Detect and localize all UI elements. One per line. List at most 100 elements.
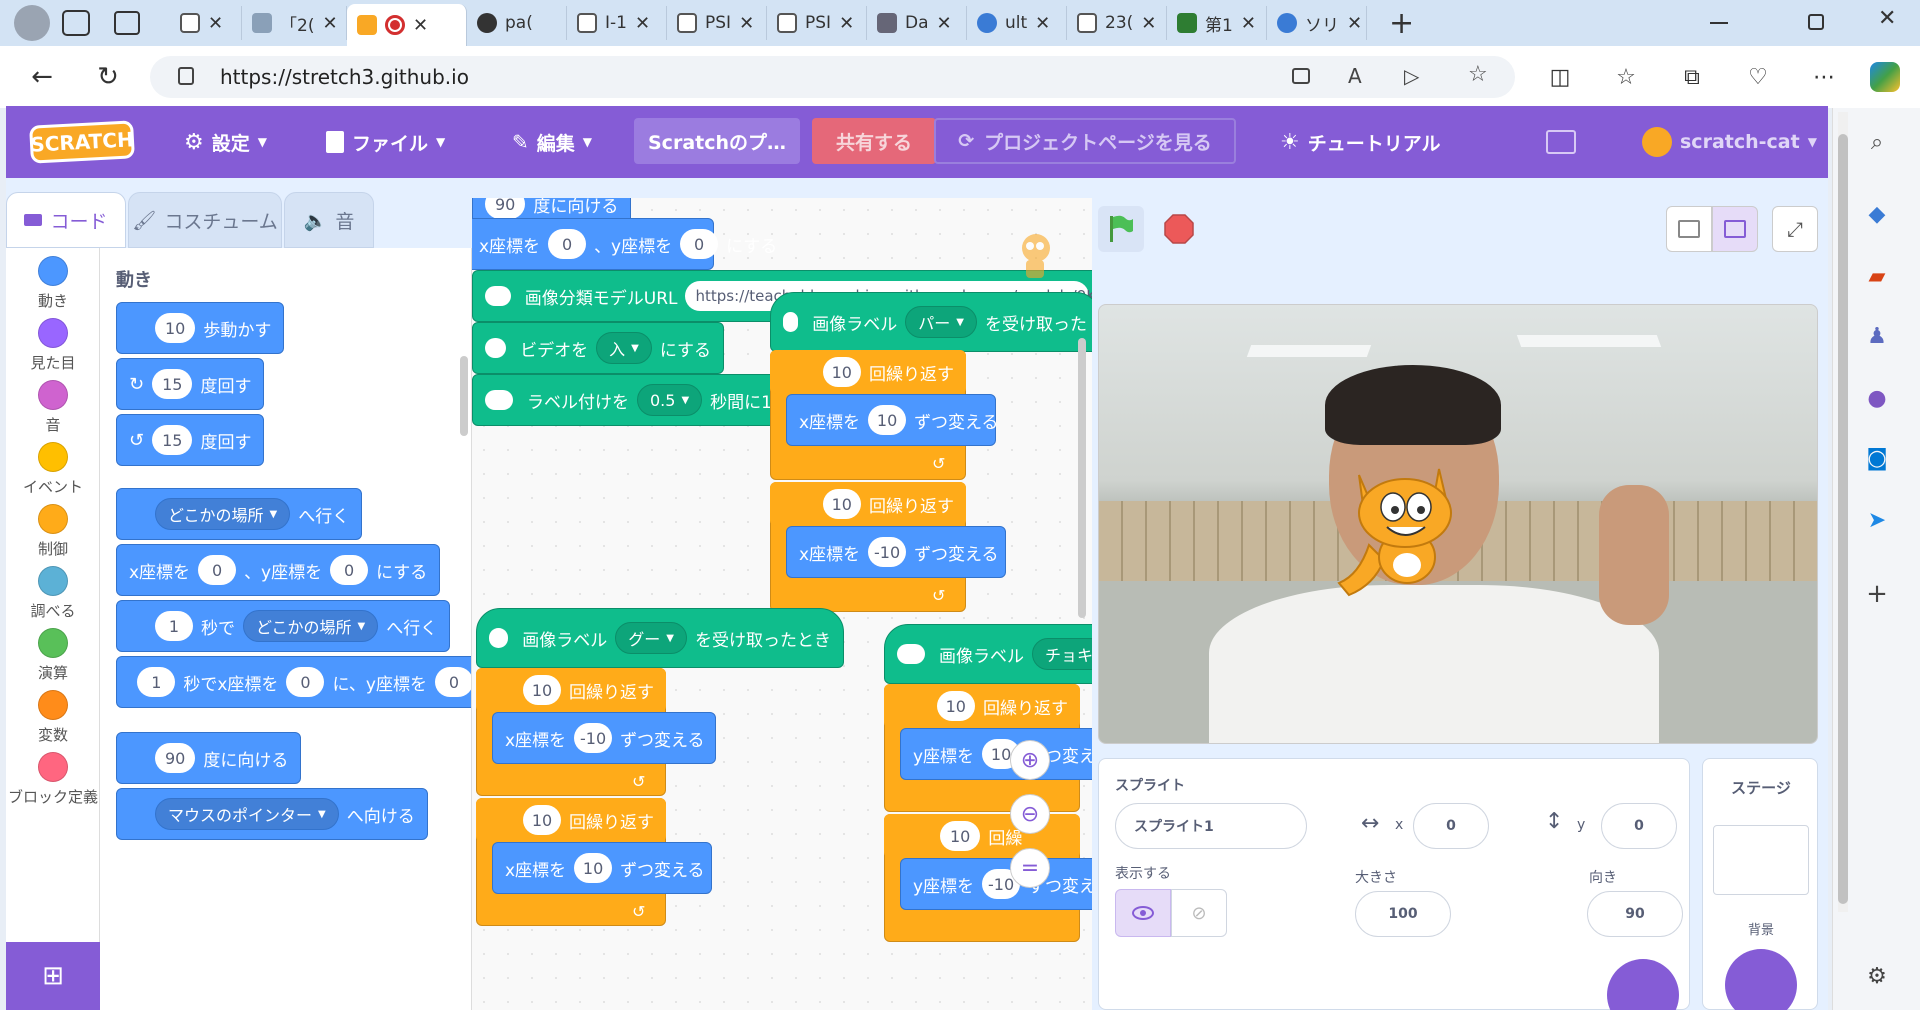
vertical-tabs-icon[interactable] xyxy=(114,11,140,35)
tab-code[interactable]: コード xyxy=(6,192,126,248)
games-icon[interactable]: ♟ xyxy=(1861,320,1893,352)
block-gotoxy[interactable]: x座標を 0 、y座標を 0 にする xyxy=(472,218,777,270)
block-input[interactable]: 0 xyxy=(680,229,719,259)
close-window-icon[interactable]: ✕ xyxy=(1878,6,1896,31)
share-button[interactable]: 共有する xyxy=(812,118,936,164)
block-dropdown[interactable]: 入 ▼ xyxy=(596,332,652,364)
workspaces-icon[interactable] xyxy=(62,10,90,36)
shopping-tag-icon[interactable]: ◆ xyxy=(1861,198,1893,230)
block-change-x[interactable]: x座標を 10 ずつ変える xyxy=(786,394,999,446)
block-turn-right[interactable]: ↻ 15 度回す xyxy=(116,358,265,410)
close-icon[interactable]: ✕ xyxy=(208,13,223,34)
block-glide-xy[interactable]: 1 秒でx座標を 0 に、y座標を 0 xyxy=(116,656,471,708)
block-input[interactable]: 90 xyxy=(155,743,196,773)
tab-sound[interactable]: 🔈 音 xyxy=(284,192,374,248)
block-input[interactable]: -10 xyxy=(574,723,613,753)
browser-tab[interactable]: 23(✕ xyxy=(1067,6,1167,40)
block-point-towards[interactable]: マウスのポインター ▼ へ向ける xyxy=(116,788,428,840)
category-operators[interactable]: 演算 xyxy=(6,628,100,683)
block-dropdown[interactable]: チョキ xyxy=(1032,638,1092,670)
health-icon[interactable]: ♡ xyxy=(1738,57,1778,97)
browser-tab[interactable]: I-1 ✕ xyxy=(567,6,667,40)
block-input[interactable]: 10 xyxy=(155,313,196,343)
script-workspace[interactable]: 90度に向ける x座標を0、y座標を0にする 画像分類モデルURLhttps:/… xyxy=(472,198,1092,1010)
search-icon[interactable]: ⌕ xyxy=(1861,126,1893,158)
block-input[interactable]: 0 xyxy=(286,667,325,697)
add-backdrop-button[interactable] xyxy=(1725,949,1797,1010)
folder-icon[interactable] xyxy=(1546,130,1576,154)
block-label-interval[interactable]: ラベル付けを 0.5 ▼ 秒間に1 xyxy=(472,374,792,426)
block-turn-left[interactable]: ↺ 15 度回す xyxy=(116,414,265,466)
category-my-blocks[interactable]: ブロック定義 xyxy=(6,752,100,807)
sprite-size-input[interactable]: 100 xyxy=(1355,891,1451,937)
block-input[interactable]: 1 xyxy=(155,611,193,641)
close-icon[interactable]: ✕ xyxy=(1141,13,1156,34)
block-repeat[interactable]: 10 回繰り返す xyxy=(884,684,1080,728)
page-scrollbar[interactable] xyxy=(1838,112,1848,912)
block-change-y[interactable]: y座標を10ずつ変える xyxy=(900,728,1092,780)
browser-tab[interactable]: ult ✕ xyxy=(967,6,1067,40)
close-icon[interactable]: ✕ xyxy=(1035,13,1050,34)
block-input[interactable]: 90 xyxy=(485,198,526,219)
block-input[interactable]: 10 xyxy=(868,405,907,435)
block-dropdown[interactable]: グー ▼ xyxy=(615,622,687,654)
scratch-logo[interactable]: SCRATCH xyxy=(29,120,135,164)
play-icon[interactable]: ▷ xyxy=(1404,64,1419,88)
more-icon[interactable]: ⋯ xyxy=(1804,57,1844,97)
block-repeat[interactable]: 10 回繰り返す xyxy=(476,668,666,712)
close-icon[interactable]: ✕ xyxy=(322,13,337,34)
block-dropdown[interactable]: どこかの場所 ▼ xyxy=(155,498,291,530)
zoom-reset-icon[interactable]: = xyxy=(1010,848,1050,888)
block-gotoxy[interactable]: x座標を 0 、y座標を 0 にする xyxy=(116,544,441,596)
block-input[interactable]: 10 xyxy=(523,675,561,705)
category-sensing[interactable]: 調べる xyxy=(6,566,100,621)
outlook-icon[interactable]: ◙ xyxy=(1861,442,1893,474)
block-repeat[interactable]: 10 回繰り返す xyxy=(770,350,966,394)
block-point-direction[interactable]: 90 度に向ける xyxy=(116,732,302,784)
close-icon[interactable]: ✕ xyxy=(739,13,754,34)
minimize-icon[interactable] xyxy=(1710,22,1728,24)
block-input[interactable]: 10 xyxy=(822,357,861,387)
block-move-steps[interactable]: 10 歩動かす xyxy=(116,302,285,354)
block-when-label-gu[interactable]: 画像ラベル グー ▼ を受け取ったとき xyxy=(476,608,844,668)
stop-icon[interactable] xyxy=(1156,206,1202,252)
block-input[interactable]: 0 xyxy=(198,555,237,585)
favorite-star-icon[interactable]: ☆ xyxy=(1468,62,1488,87)
show-hidden-button[interactable]: ⊘ xyxy=(1171,889,1227,937)
browser-tab[interactable]: PSI ✕ xyxy=(767,6,867,40)
block-input[interactable]: 0 xyxy=(548,229,587,259)
collections-icon[interactable]: ⧉ xyxy=(1672,57,1712,97)
settings-menu[interactable]: ⚙ 設定 ▼ xyxy=(184,106,267,178)
category-sound[interactable]: 音 xyxy=(6,380,100,435)
block-glide-to[interactable]: 1 秒で どこかの場所 ▼ へ行く xyxy=(116,600,451,652)
block-input[interactable]: 0 xyxy=(435,667,471,697)
block-input[interactable]: 15 xyxy=(152,369,193,399)
fullscreen-icon[interactable]: ⤢ xyxy=(1772,206,1818,252)
browser-tab[interactable]: pa( xyxy=(467,6,567,40)
block-dropdown[interactable]: パー ▼ xyxy=(905,306,977,338)
new-tab-button[interactable]: + xyxy=(1389,6,1414,41)
tutorial-button[interactable]: ☀ チュートリアル xyxy=(1280,106,1441,178)
browser-tab[interactable]: 「2(✕ xyxy=(242,6,347,40)
browser-tab[interactable]: ソリ ✕ xyxy=(1267,6,1367,40)
block-change-x[interactable]: x座標を -10 ずつ変える xyxy=(786,526,1006,578)
project-page-button[interactable]: ⟳ プロジェクトページを見る xyxy=(934,118,1236,164)
copilot-icon[interactable] xyxy=(1870,62,1900,92)
sprite-name-input[interactable]: スプライト1 xyxy=(1115,803,1307,849)
close-icon[interactable]: ✕ xyxy=(1347,13,1362,34)
category-events[interactable]: イベント xyxy=(6,442,100,497)
tools-icon[interactable]: ▰ xyxy=(1861,260,1893,292)
category-looks[interactable]: 見た目 xyxy=(6,318,100,373)
tab-costume[interactable]: 🖌 コスチューム xyxy=(128,192,282,248)
file-menu[interactable]: ファイル ▼ xyxy=(326,106,445,178)
sprite-direction-input[interactable]: 90 xyxy=(1587,891,1683,937)
block-input[interactable]: 10 xyxy=(523,805,561,835)
browser-tab[interactable]: 第1 ✕ xyxy=(1167,6,1267,40)
block-change-x[interactable]: x座標を -10 ずつ変える xyxy=(492,712,716,764)
refresh-icon[interactable]: ↻ xyxy=(88,57,128,97)
favorites-icon[interactable]: ☆ xyxy=(1606,57,1646,97)
url-field[interactable]: https://stretch3.github.io A ▷ ☆ xyxy=(150,56,1515,98)
block-input[interactable]: 1 xyxy=(137,667,176,697)
browser-tab[interactable]: ✕ xyxy=(170,6,242,40)
edit-menu[interactable]: ✎ 編集 ▼ xyxy=(512,106,592,178)
